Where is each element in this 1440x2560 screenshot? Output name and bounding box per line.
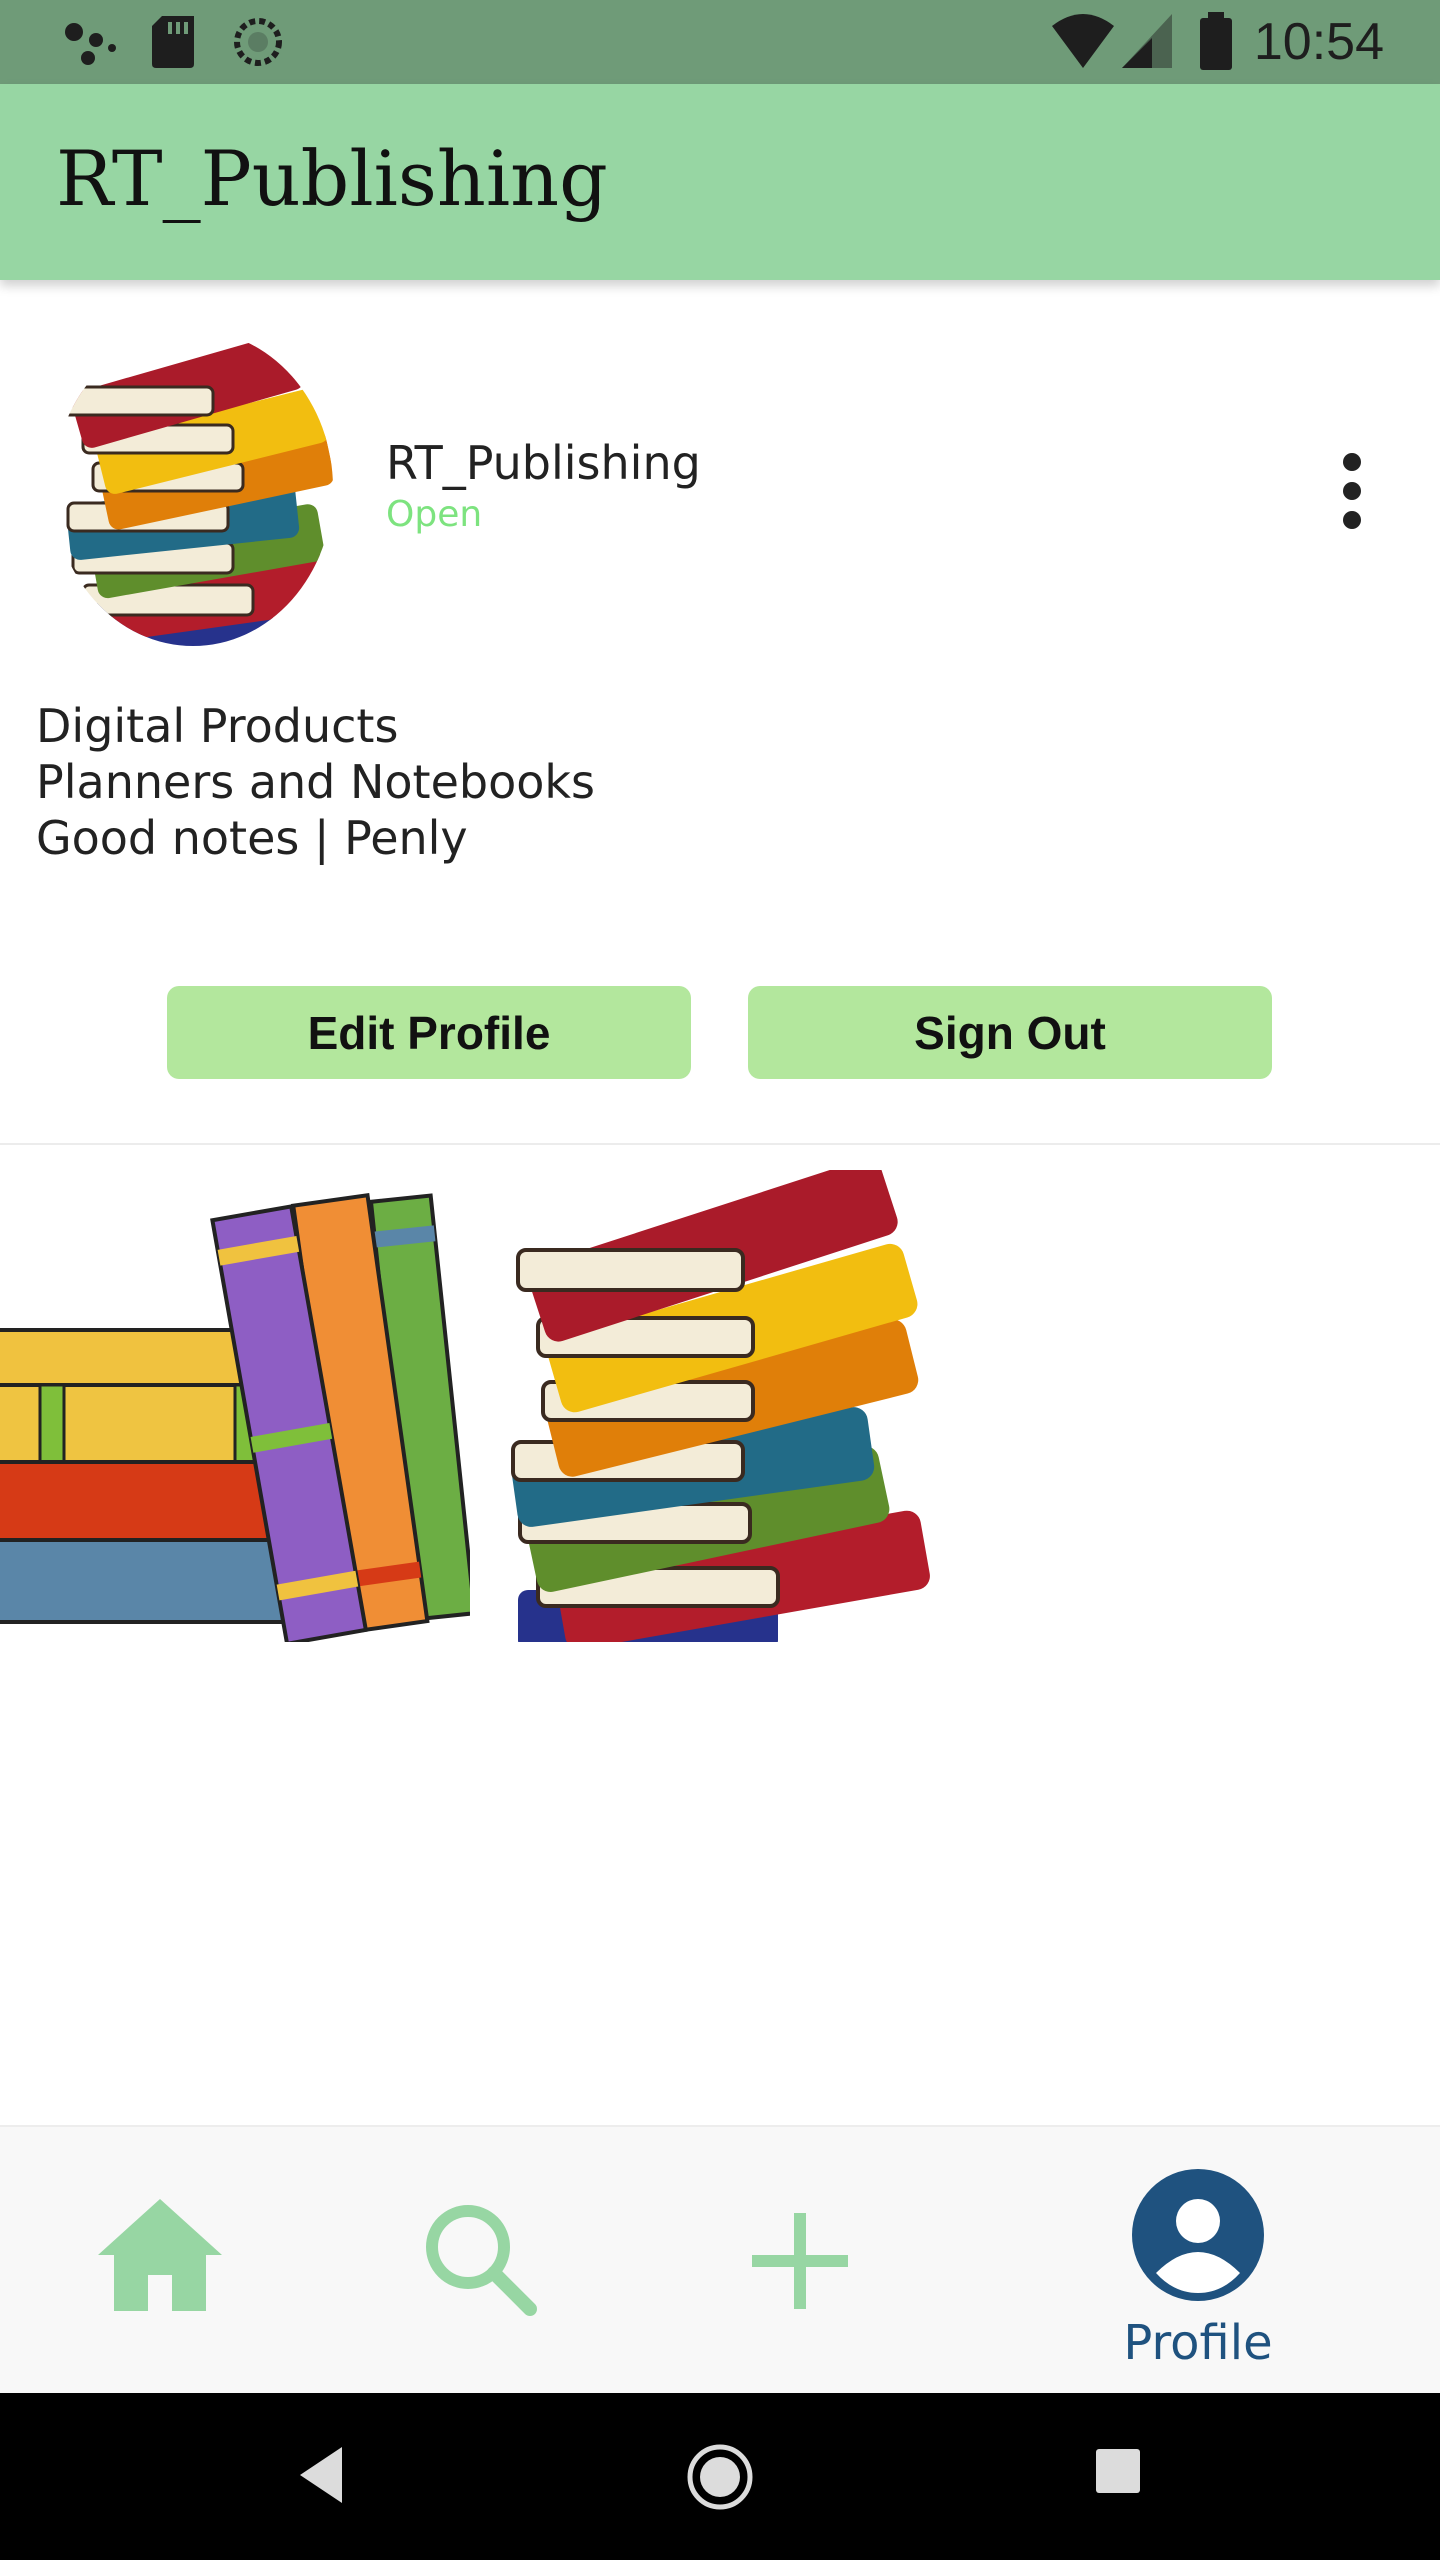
profile-icon: [1132, 2169, 1264, 2301]
battery-icon: [1200, 12, 1232, 70]
nav-search[interactable]: [330, 2127, 630, 2395]
back-icon[interactable]: [296, 2445, 346, 2505]
bio-line: Planners and Notebooks: [36, 755, 595, 809]
profile-avatar[interactable]: [48, 328, 348, 658]
sign-out-button[interactable]: Sign Out: [748, 986, 1272, 1079]
nav-profile[interactable]: Profile: [1048, 2127, 1348, 2395]
add-icon: [752, 2213, 848, 2309]
nav-home[interactable]: [10, 2127, 310, 2395]
screen: 10:54 RT_Publishing RT_Publishing Open D…: [0, 0, 1440, 2560]
sd-card-icon: [152, 16, 194, 68]
sync-icon: [234, 18, 282, 66]
edit-profile-button[interactable]: Edit Profile: [167, 986, 691, 1079]
divider: [0, 1143, 1440, 1145]
book-stack-post[interactable]: [508, 1170, 948, 1642]
search-icon: [426, 2205, 537, 2316]
bio-line: Good notes | Penly: [36, 811, 468, 865]
status-time: 10:54: [1253, 13, 1384, 71]
standing-books-post[interactable]: [0, 1170, 470, 1642]
home-circle-icon[interactable]: [686, 2443, 754, 2511]
app-bar: RT_Publishing: [0, 84, 1440, 280]
nav-label-profile: Profile: [1123, 2315, 1273, 2371]
profile-username: RT_Publishing: [386, 436, 701, 490]
bottom-navigation: Profile: [0, 2125, 1440, 2393]
bio-line: Digital Products: [36, 699, 399, 753]
app-title: RT_Publishing: [56, 134, 608, 223]
more-options-icon[interactable]: [1322, 446, 1382, 536]
recents-icon[interactable]: [1096, 2449, 1140, 2493]
signal-icon: [1122, 14, 1172, 68]
profile-status: Open: [386, 494, 483, 535]
system-navigation-bar: [0, 2393, 1440, 2560]
assistant-icon: [65, 23, 116, 65]
nav-add[interactable]: [650, 2127, 950, 2395]
status-bar: 10:54: [0, 0, 1440, 84]
home-icon: [98, 2199, 222, 2311]
profile-bio: Digital Products Planners and Notebooks …: [36, 698, 595, 866]
wifi-icon: [1052, 14, 1114, 68]
